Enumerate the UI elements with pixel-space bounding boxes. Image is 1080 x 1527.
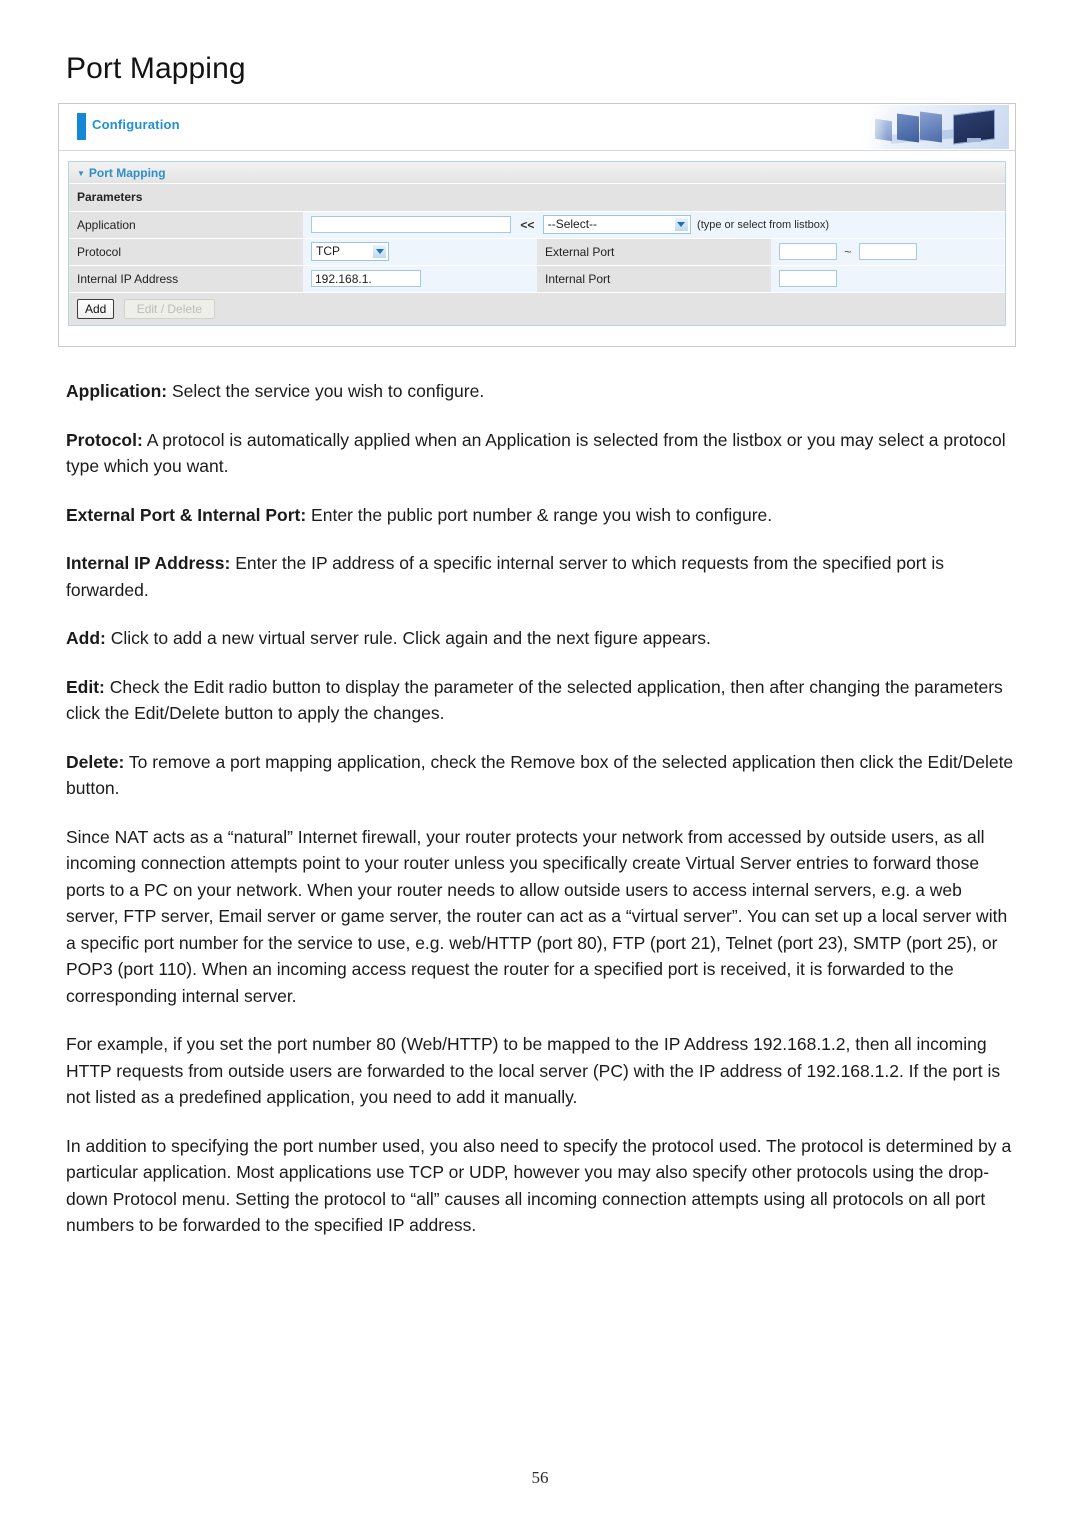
paragraph-lead: External Port & Internal Port: bbox=[66, 504, 307, 525]
paragraph-text: Since NAT acts as a “natural” Internet f… bbox=[66, 826, 1008, 1006]
external-port-from-input[interactable] bbox=[779, 243, 837, 260]
page-number: 56 bbox=[531, 1468, 549, 1487]
internal-port-field-cell bbox=[771, 265, 1005, 293]
paragraph-example: For example, if you set the port number … bbox=[66, 1031, 1018, 1111]
paragraph-internal-ip: Internal IP Address: Enter the IP addres… bbox=[66, 550, 1018, 603]
table-row-parameters-header: Parameters bbox=[69, 184, 1005, 212]
table-row-application: Application << --Select-- (type or selec… bbox=[69, 211, 1005, 239]
paragraph-application: Application: Select the service you wish… bbox=[66, 378, 1018, 405]
banner-chair-1 bbox=[897, 113, 919, 143]
paragraph-text: Enter the public port number & range you… bbox=[306, 504, 773, 525]
banner-monitor-stand bbox=[967, 138, 981, 142]
configuration-heading: Configuration bbox=[92, 117, 180, 132]
application-select[interactable]: --Select-- bbox=[542, 215, 691, 234]
paragraph-text: Select the service you wish to configure… bbox=[167, 381, 485, 401]
application-input[interactable] bbox=[311, 216, 511, 233]
paragraph-edit: Edit: Check the Edit radio button to dis… bbox=[66, 674, 1018, 727]
internal-ip-label: Internal IP Address bbox=[69, 265, 303, 293]
document-page: Port Mapping Configuration ▼ Port Mappin… bbox=[0, 0, 1080, 1527]
paragraph-text: Click to add a new virtual server rule. … bbox=[105, 628, 711, 648]
table-row-protocol: Protocol TCP External Port ~ bbox=[69, 238, 1005, 266]
paragraph-lead: Application: bbox=[66, 381, 168, 401]
paragraph-ports: External Port & Internal Port: Enter the… bbox=[66, 502, 1018, 529]
paragraph-lead: Add: bbox=[66, 628, 106, 648]
application-label: Application bbox=[69, 211, 303, 239]
paragraph-protocol-detail: In addition to specifying the port numbe… bbox=[66, 1133, 1018, 1239]
port-range-separator: ~ bbox=[844, 244, 852, 259]
paragraph-lead: Edit: bbox=[66, 676, 105, 697]
application-hint: (type or select from listbox) bbox=[697, 218, 830, 231]
page-title: Port Mapping bbox=[66, 52, 246, 85]
office-banner-image bbox=[860, 105, 1009, 149]
router-ui-screenshot: Configuration ▼ Port Mapping Parameters … bbox=[58, 103, 1016, 347]
table-row-internal-ip: Internal IP Address Internal Port bbox=[69, 265, 1005, 293]
button-cell: Add Edit / Delete bbox=[69, 292, 1005, 325]
parameters-header-cell: Parameters bbox=[69, 184, 1005, 212]
port-mapping-panel: ▼ Port Mapping Parameters Application << bbox=[68, 161, 1006, 326]
chevron-down-icon[interactable]: ▼ bbox=[77, 169, 85, 178]
paragraph-lead: Protocol: bbox=[66, 429, 143, 450]
banner-chair-2 bbox=[920, 111, 942, 143]
select-arrow-label: << bbox=[520, 217, 535, 232]
internal-port-input[interactable] bbox=[779, 270, 837, 287]
chevron-down-icon[interactable] bbox=[372, 244, 387, 259]
banner-fade-overlay bbox=[861, 105, 887, 149]
blue-accent-bar bbox=[77, 113, 86, 140]
add-button[interactable]: Add bbox=[77, 298, 115, 319]
internal-port-label: Internal Port bbox=[537, 265, 771, 293]
application-field-cell: << --Select-- (type or select from listb… bbox=[303, 211, 1005, 239]
external-port-field-cell: ~ bbox=[771, 238, 1005, 266]
paragraph-lead: Delete: bbox=[66, 751, 125, 772]
application-select-value: --Select-- bbox=[547, 217, 598, 231]
table-row-buttons: Add Edit / Delete bbox=[69, 292, 1005, 325]
protocol-field-cell: TCP bbox=[303, 238, 537, 266]
edit-delete-button: Edit / Delete bbox=[123, 298, 216, 319]
ui-body: ▼ Port Mapping Parameters Application << bbox=[59, 151, 1015, 335]
internal-ip-input[interactable] bbox=[311, 270, 421, 287]
paragraph-delete: Delete: To remove a port mapping applica… bbox=[66, 749, 1018, 802]
body-copy: Application: Select the service you wish… bbox=[66, 378, 1018, 1261]
paragraph-lead: Internal IP Address: bbox=[66, 553, 231, 573]
paragraph-text: In addition to specifying the port numbe… bbox=[66, 1135, 1012, 1236]
paragraph-text: For example, if you set the port number … bbox=[66, 1034, 1001, 1107]
panel-title-label: Port Mapping bbox=[88, 165, 166, 180]
paragraph-nat-overview: Since NAT acts as a “natural” Internet f… bbox=[66, 824, 1018, 1010]
ui-header-bar: Configuration bbox=[59, 104, 1015, 151]
paragraph-add: Add: Click to add a new virtual server r… bbox=[66, 625, 1018, 652]
panel-header-port-mapping[interactable]: ▼ Port Mapping bbox=[69, 162, 1005, 184]
paragraph-text: Check the Edit radio button to display t… bbox=[66, 676, 1003, 724]
chevron-down-icon[interactable] bbox=[673, 217, 689, 232]
external-port-label: External Port bbox=[537, 238, 771, 266]
internal-ip-field-cell bbox=[303, 265, 537, 293]
paragraph-text: A protocol is automatically applied when… bbox=[66, 429, 1006, 477]
paragraph-protocol: Protocol: A protocol is automatically ap… bbox=[66, 427, 1018, 480]
external-port-to-input[interactable] bbox=[858, 243, 917, 260]
protocol-label: Protocol bbox=[69, 238, 303, 266]
protocol-select[interactable]: TCP bbox=[311, 242, 389, 261]
paragraph-text: To remove a port mapping application, ch… bbox=[66, 751, 1014, 799]
parameters-table: Parameters Application << --Select-- (ty… bbox=[69, 184, 1005, 325]
